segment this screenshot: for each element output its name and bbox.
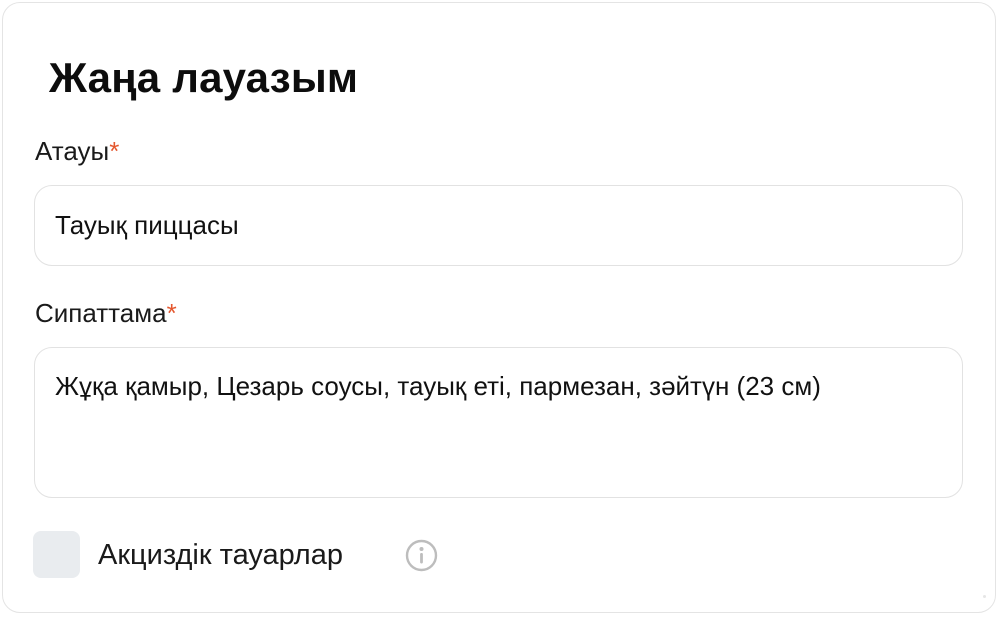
- page-title: Жаңа лауазым: [49, 54, 359, 101]
- description-field-label: Сипаттама*: [35, 298, 177, 328]
- name-input[interactable]: Тауық пиццасы: [34, 185, 963, 266]
- description-textarea[interactable]: Жұқа қамыр, Цезарь соусы, тауық еті, пар…: [34, 347, 963, 498]
- required-asterisk: *: [166, 298, 177, 328]
- name-field-label: Атауы*: [35, 136, 119, 166]
- required-asterisk: *: [109, 136, 120, 166]
- excise-goods-checkbox[interactable]: [33, 531, 80, 578]
- name-label-text: Атауы: [35, 136, 110, 166]
- new-position-card: Жаңа лауазым Атауы* Тауық пиццасы Сипатт…: [2, 2, 996, 613]
- info-icon[interactable]: [405, 539, 438, 572]
- excise-goods-label[interactable]: Акциздік тауарлар: [98, 538, 343, 572]
- corner-dot: [983, 595, 986, 598]
- description-label-text: Сипаттама: [35, 298, 167, 328]
